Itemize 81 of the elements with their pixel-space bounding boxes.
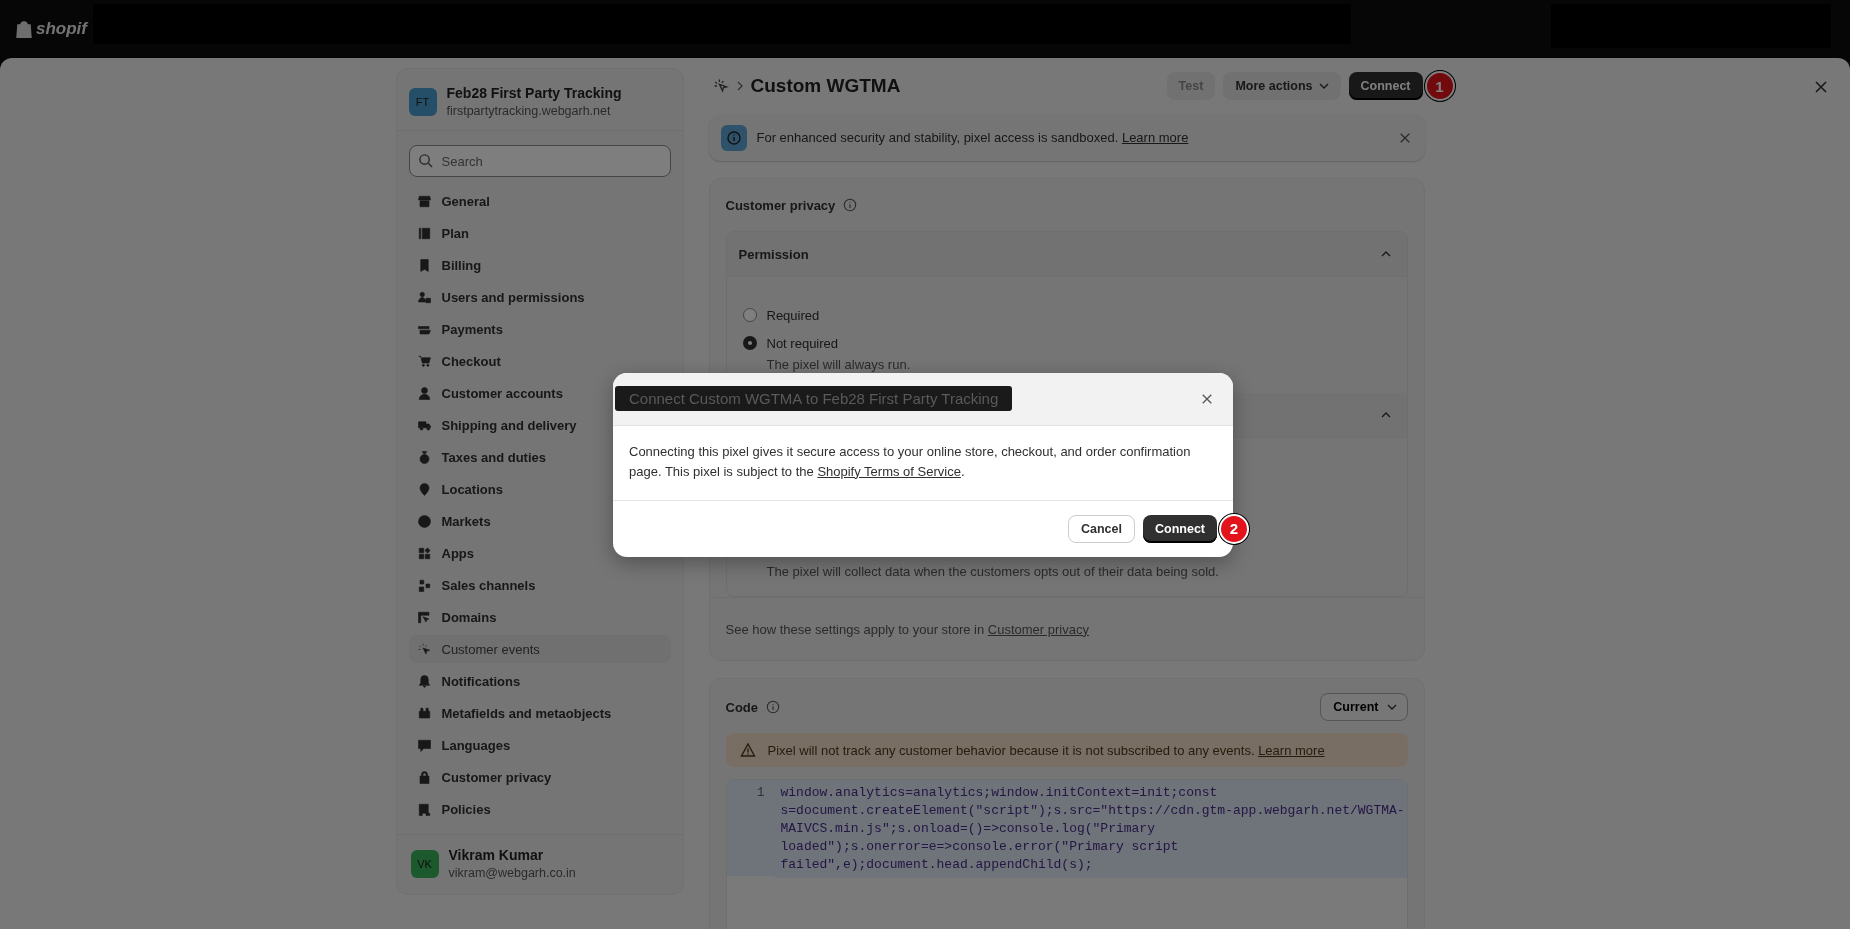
sidebar-item[interactable]: Customer events <box>408 635 671 663</box>
user-avatar: VK <box>410 849 439 878</box>
code-text: window.analytics=analytics;window.initContext=init;const s=document.createElement("script");s.src="https://cdn.gtm-app.webgarh.net/WGTMA-MAIVCS.min.js";s.onload=()=>console.log("Primary loaded");s.onerror=e=>console.error("Primary script failed",e);document.head.appendChild(s); <box>774 780 1407 878</box>
sidebar-item[interactable]: Customer privacy <box>408 763 671 791</box>
store-avatar: FT <box>408 87 437 116</box>
version-select[interactable]: Current <box>1320 693 1408 721</box>
nav-icon <box>416 385 432 401</box>
caret-icon <box>1386 704 1397 710</box>
nav-icon <box>416 705 432 721</box>
sidebar-item[interactable]: Users and permissions <box>408 283 671 311</box>
customer-privacy-link[interactable]: Customer privacy <box>987 621 1089 637</box>
sidebar-item[interactable]: Domains <box>408 603 671 631</box>
nav-icon <box>416 673 432 689</box>
dialog-title: Connect Custom WGTMA to Feb28 First Party Tracking <box>615 386 1013 411</box>
nav-icon <box>416 769 432 785</box>
sidebar-item[interactable]: Sales channels <box>408 571 671 599</box>
close-icon[interactable] <box>1201 392 1213 405</box>
nav-icon <box>416 641 432 657</box>
privacy-note: See how these settings apply to your store in Customer privacy <box>725 621 1089 637</box>
caret-icon <box>1318 83 1329 89</box>
option-hint: The pixel will collect data when the customers opts out of their data being sold. <box>766 564 1220 579</box>
card-title: Customer privacy <box>725 197 836 213</box>
cursor-click-icon[interactable] <box>712 78 729 94</box>
close-icon[interactable] <box>1814 80 1828 94</box>
terms-link[interactable]: Shopify Terms of Service <box>817 463 961 479</box>
search-icon <box>417 153 433 168</box>
step-marker: 1 <box>1424 71 1455 101</box>
nav-icon <box>416 289 432 305</box>
sidebar-item[interactable]: Payments <box>408 315 671 343</box>
header-button[interactable]: More actions <box>1223 72 1341 100</box>
dialog-text: Connecting this pixel gives it secure access to your online store, checkout, and order confirmation page. This pixel is subject to the Shopify Terms of Service. <box>629 443 1191 479</box>
search-field[interactable]: Search <box>408 145 671 177</box>
radio-label: Not required <box>766 335 839 351</box>
nav-icon <box>416 577 432 593</box>
banner-text: For enhanced security and stability, pixel access is sandboxed. Learn more <box>756 130 1189 145</box>
info-icon[interactable] <box>843 198 858 212</box>
chevron-right-icon <box>736 81 743 91</box>
sidebar-item[interactable]: Shipping and delivery <box>408 411 671 439</box>
store-name: Feb28 First Party Tracking <box>446 85 622 101</box>
user-name: Vikram Kumar <box>448 847 545 863</box>
learn-more-link[interactable]: Learn more <box>1121 130 1189 145</box>
learn-more-link[interactable]: Learn more <box>1258 742 1325 758</box>
nav-icon <box>416 193 432 209</box>
close-icon[interactable] <box>1398 131 1411 144</box>
nav-icon <box>416 801 432 817</box>
line-number: 1 <box>756 785 765 800</box>
radio-button[interactable] <box>742 336 757 350</box>
accordion-title: Permission <box>738 246 809 262</box>
page-title: Custom WGTMA <box>750 75 901 97</box>
nav-icon <box>416 545 432 561</box>
radio-button[interactable] <box>742 308 757 322</box>
sidebar-item[interactable]: Policies <box>408 795 671 823</box>
sidebar-item[interactable]: Apps <box>408 539 671 567</box>
step-marker: 2 <box>1219 513 1249 544</box>
option-hint: The pixel will always run. <box>765 357 912 372</box>
sidebar-item[interactable]: Metafields and metaobjects <box>408 699 671 727</box>
sidebar-item[interactable]: Markets <box>408 507 671 535</box>
info-icon <box>720 124 747 151</box>
radio-label: Required <box>766 307 820 323</box>
sidebar-item[interactable]: Checkout <box>408 347 671 375</box>
nav-icon <box>416 449 432 465</box>
nav-icon <box>416 353 432 369</box>
warning-icon <box>739 742 756 758</box>
nav-icon <box>416 513 432 529</box>
warning-text: Pixel will not track any customer behavior because it is not subscribed to any events. Learn more <box>767 742 1325 758</box>
sidebar-item[interactable]: Plan <box>408 219 671 247</box>
sidebar-item[interactable]: Notifications <box>408 667 671 695</box>
shopping-bag-icon <box>16 20 32 38</box>
card-title: Code <box>725 699 758 715</box>
nav-icon <box>416 737 432 753</box>
logo-text: shopif <box>36 19 87 39</box>
store-domain: firstpartytracking.webgarh.net <box>446 104 612 118</box>
user-email: vikram@webgarh.co.in <box>448 866 576 880</box>
nav-icon <box>416 609 432 625</box>
sidebar-item[interactable]: General <box>408 187 671 215</box>
sidebar-item[interactable]: Billing <box>408 251 671 279</box>
info-icon[interactable] <box>766 700 780 714</box>
sidebar-item[interactable]: Languages <box>408 731 671 759</box>
nav-icon <box>416 225 432 241</box>
dialog-button[interactable]: Cancel <box>1068 514 1135 543</box>
nav-icon <box>416 481 432 497</box>
